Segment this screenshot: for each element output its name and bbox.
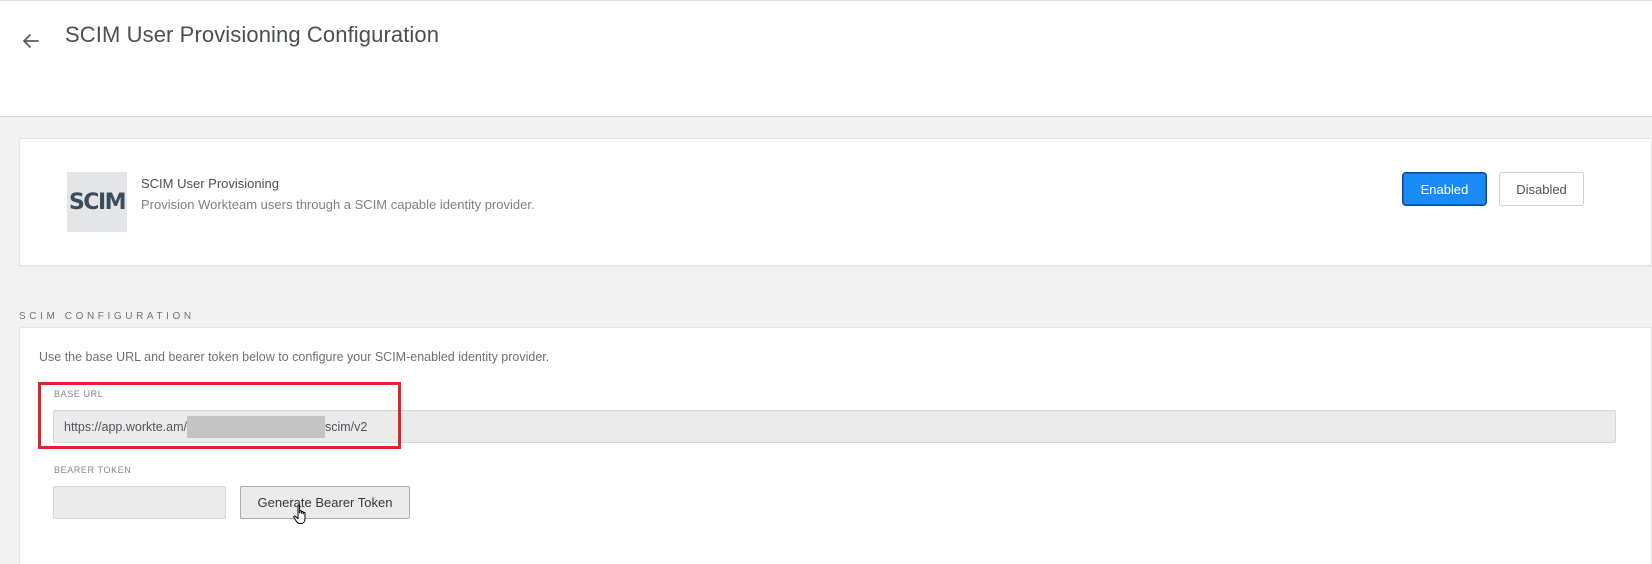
integration-card: SCIM SCIM User Provisioning Provision Wo… — [19, 138, 1652, 266]
generate-bearer-token-button[interactable]: Generate Bearer Token — [240, 486, 410, 519]
scim-config-panel: Use the base URL and bearer token below … — [19, 327, 1652, 564]
arrow-left-icon[interactable] — [21, 31, 41, 51]
enabled-button[interactable]: Enabled — [1403, 173, 1486, 205]
base-url-prefix: https://app.workte.am/ — [64, 419, 187, 434]
page-title: SCIM User Provisioning Configuration — [65, 22, 440, 47]
base-url-label: BASE URL — [54, 389, 104, 399]
base-url-suffix: scim/v2 — [324, 419, 368, 434]
base-url-field[interactable]: https://app.workte.am/scim/v2 — [53, 410, 1616, 443]
scim-logo: SCIM — [67, 172, 127, 232]
page-header: SCIM User Provisioning Configuration — [0, 0, 1652, 117]
bearer-token-field[interactable] — [53, 486, 226, 519]
disabled-button[interactable]: Disabled — [1499, 172, 1584, 206]
bearer-token-label: BEARER TOKEN — [54, 465, 132, 475]
integration-description: Provision Workteam users through a SCIM … — [141, 197, 535, 212]
integration-title: SCIM User Provisioning — [141, 176, 279, 191]
redacted-block — [186, 415, 325, 438]
config-intro-text: Use the base URL and bearer token below … — [39, 350, 550, 364]
section-heading: SCIM CONFIGURATION — [19, 311, 195, 322]
